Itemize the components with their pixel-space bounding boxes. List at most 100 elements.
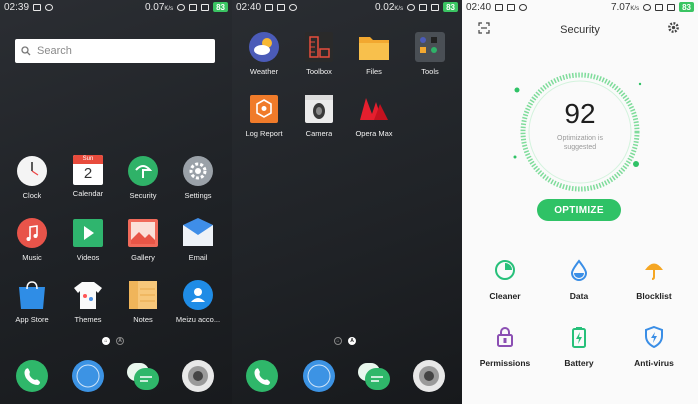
status-bar: 02:39 0.07K/s 83 xyxy=(0,0,232,14)
tool-cleaner[interactable]: Cleaner xyxy=(470,258,540,301)
wifi-icon xyxy=(643,3,652,11)
messages-icon[interactable] xyxy=(126,359,160,393)
score-ring xyxy=(513,72,642,192)
app-opera-max[interactable]: Opera Max xyxy=(345,93,403,138)
battery-level: 83 xyxy=(679,2,694,12)
blocklist-umbrella-icon xyxy=(642,258,666,282)
network-speed: 0.02K/s xyxy=(374,1,404,13)
tool-blocklist[interactable]: Blocklist xyxy=(619,258,689,301)
app-settings[interactable]: Settings xyxy=(169,155,227,200)
app-videos[interactable]: Videos xyxy=(59,217,117,262)
gallery-icon xyxy=(127,217,159,249)
app-notes[interactable]: Notes xyxy=(114,279,172,324)
page-dot-a[interactable]: A xyxy=(348,337,356,345)
optimize-button[interactable]: OPTIMIZE xyxy=(537,199,621,221)
security-score: 92 xyxy=(564,98,596,129)
gear-icon[interactable] xyxy=(667,21,680,34)
image-icon xyxy=(507,3,516,11)
browser-icon[interactable] xyxy=(302,359,336,393)
calendar-icon: Sun 2 xyxy=(73,155,103,185)
browser-icon[interactable] xyxy=(71,359,105,393)
files-icon xyxy=(358,31,390,63)
page-indicator: ⌂ A xyxy=(102,337,124,345)
app-security[interactable]: Security xyxy=(114,155,172,200)
camera-lens-icon[interactable] xyxy=(412,359,446,393)
battery-level: 83 xyxy=(443,2,458,12)
themes-icon xyxy=(72,279,104,311)
search-input[interactable] xyxy=(37,45,207,57)
usb-icon xyxy=(289,3,298,11)
log-report-icon xyxy=(248,93,280,125)
wifi-icon xyxy=(407,3,416,11)
status-time: 02:39 xyxy=(4,1,30,13)
page-dot-home[interactable]: ⌂ xyxy=(102,337,110,345)
page-indicator: ⌂ A xyxy=(334,337,356,345)
email-icon xyxy=(182,217,214,249)
tools-folder-icon xyxy=(414,31,446,63)
app-clock[interactable]: Clock xyxy=(3,155,61,200)
phone-icon[interactable] xyxy=(15,359,49,393)
image-icon xyxy=(277,3,286,11)
status-bar: 02:40 0.02K/s 83 xyxy=(232,0,462,14)
app-music[interactable]: Music xyxy=(3,217,61,262)
opera-max-icon xyxy=(358,93,390,125)
messages-icon[interactable] xyxy=(357,359,391,393)
camera-icon xyxy=(303,93,335,125)
app-calendar[interactable]: Sun 2 Calendar xyxy=(59,155,117,198)
app-store-icon xyxy=(16,279,48,311)
search-icon xyxy=(21,46,31,56)
page-dot-home[interactable]: ⌂ xyxy=(334,337,342,345)
app-files[interactable]: Files xyxy=(345,31,403,76)
sim-icon xyxy=(201,3,210,11)
weather-icon xyxy=(248,31,280,63)
home-screen-page-2: 02:40 0.02K/s 83 Weather Toolbox Files T… xyxy=(232,0,462,404)
security-score-gauge: 92 Optimization is suggested xyxy=(510,62,650,202)
screen-icon xyxy=(189,3,198,11)
anti-virus-shield-icon xyxy=(642,325,666,349)
page-title: Security xyxy=(560,24,600,36)
music-icon xyxy=(16,217,48,249)
clock-icon xyxy=(16,155,48,187)
meizu-account-icon xyxy=(182,279,214,311)
settings-icon xyxy=(182,155,214,187)
notes-icon xyxy=(127,279,159,311)
tool-permissions[interactable]: Permissions xyxy=(470,325,540,368)
usb-icon xyxy=(45,3,54,11)
app-toolbox[interactable]: Toolbox xyxy=(290,31,348,76)
app-tools-folder[interactable]: Tools xyxy=(401,31,459,76)
tool-battery[interactable]: Battery xyxy=(544,325,614,368)
battery-icon xyxy=(567,325,591,349)
network-speed: 7.07K/s xyxy=(610,1,640,13)
notification-icon xyxy=(33,3,42,11)
camera-lens-icon[interactable] xyxy=(181,359,215,393)
app-log-report[interactable]: Log Report xyxy=(235,93,293,138)
tool-anti-virus[interactable]: Anti-virus xyxy=(619,325,689,368)
cleaner-icon xyxy=(493,258,517,282)
usb-icon xyxy=(519,3,528,11)
app-gallery[interactable]: Gallery xyxy=(114,217,172,262)
permissions-lock-icon xyxy=(493,325,517,349)
app-meizu-account[interactable]: Meizu acco... xyxy=(169,279,227,324)
security-app: 02:40 7.07K/s 83 Security 92 Optimizatio… xyxy=(462,0,698,404)
home-screen-page-1: 02:39 0.07K/s 83 Clock Sun 2 Calendar xyxy=(0,0,232,404)
score-subtitle: Optimization is suggested xyxy=(557,135,603,151)
tool-data[interactable]: Data xyxy=(544,258,614,301)
app-email[interactable]: Email xyxy=(169,217,227,262)
app-themes[interactable]: Themes xyxy=(59,279,117,324)
page-dot-a[interactable]: A xyxy=(116,337,124,345)
phone-icon[interactable] xyxy=(245,359,279,393)
data-drop-icon xyxy=(567,258,591,282)
search-bar[interactable] xyxy=(15,39,215,63)
app-weather[interactable]: Weather xyxy=(235,31,293,76)
app-app-store[interactable]: App Store xyxy=(3,279,61,324)
status-time: 02:40 xyxy=(466,1,492,13)
screen-icon xyxy=(419,3,428,11)
sim-icon xyxy=(667,3,676,11)
battery-level: 83 xyxy=(213,2,228,12)
wifi-icon xyxy=(177,3,186,11)
notification-icon xyxy=(495,3,504,11)
app-camera[interactable]: Camera xyxy=(290,93,348,138)
notification-icon xyxy=(265,3,274,11)
screen-icon xyxy=(655,3,664,11)
status-bar: 02:40 7.07K/s 83 xyxy=(462,0,698,14)
